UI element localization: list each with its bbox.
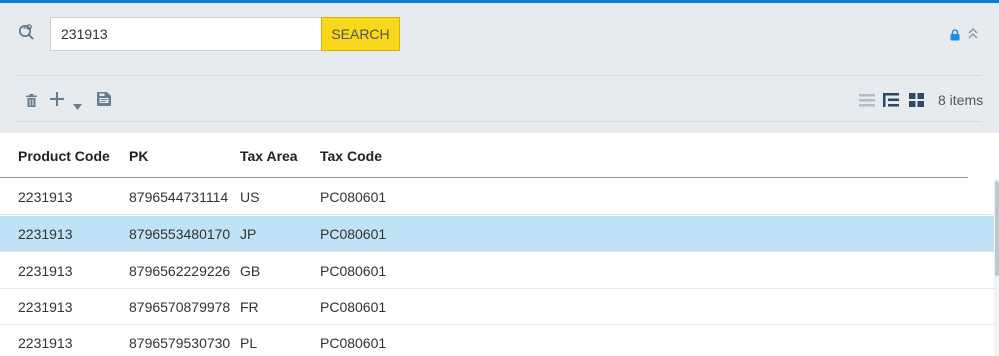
cell-product-code: 2231913	[18, 299, 73, 315]
search-type-icon[interactable]	[16, 22, 38, 44]
lock-icon[interactable]	[950, 28, 960, 41]
delete-icon[interactable]	[26, 94, 37, 107]
collapse-icon[interactable]	[967, 26, 979, 40]
cell-tax-code: PC080601	[320, 226, 387, 242]
cell-pk: 8796553480170	[129, 226, 231, 242]
cell-tax-code: PC080601	[320, 335, 387, 351]
table-row-selected[interactable]: 2231913 8796553480170 JP PC080601	[0, 216, 994, 252]
cell-tax-area: FR	[240, 299, 259, 315]
chevron-down-icon[interactable]	[73, 97, 82, 110]
column-header-tax-area[interactable]: Tax Area	[240, 148, 298, 164]
cell-pk: 8796544731114	[129, 189, 229, 205]
cell-pk: 8796562229226	[129, 263, 231, 279]
cell-tax-code: PC080601	[320, 189, 387, 205]
search-panel: SEARCH	[0, 3, 999, 133]
tree-view-icon[interactable]	[883, 93, 899, 107]
results-table: Product Code PK Tax Area Tax Code 223191…	[0, 133, 999, 356]
cell-pk: 8796570879978	[129, 299, 231, 315]
cell-tax-area: JP	[240, 226, 257, 242]
cell-tax-area: PL	[240, 335, 258, 351]
export-icon[interactable]	[96, 91, 112, 107]
cell-product-code: 2231913	[18, 263, 73, 279]
search-button[interactable]: SEARCH	[321, 17, 400, 51]
header-divider	[0, 177, 968, 178]
table-row[interactable]: 2231913 8796562229226 GB PC080601	[0, 253, 994, 289]
panel-divider	[16, 75, 982, 76]
table-row[interactable]: 2231913 8796579530730 PL PC080601	[0, 325, 994, 356]
cell-tax-code: PC080601	[320, 299, 387, 315]
cell-product-code: 2231913	[18, 189, 73, 205]
column-header-pk[interactable]: PK	[129, 148, 148, 164]
cell-product-code: 2231913	[18, 226, 73, 242]
toolbar-divider	[16, 121, 982, 122]
cell-tax-area: GB	[240, 263, 261, 279]
search-field[interactable]	[50, 17, 322, 51]
list-view-icon[interactable]	[859, 94, 875, 107]
column-header-tax-code[interactable]: Tax Code	[320, 148, 382, 164]
grid-view-icon[interactable]	[909, 93, 924, 107]
table-row[interactable]: 2231913 8796570879978 FR PC080601	[0, 289, 994, 325]
cell-product-code: 2231913	[18, 335, 73, 351]
items-count: 8 items	[938, 92, 984, 108]
column-header-product-code[interactable]: Product Code	[18, 148, 110, 164]
scrollbar-thumb[interactable]	[995, 181, 999, 276]
cell-pk: 8796579530730	[129, 335, 231, 351]
table-row[interactable]: 2231913 8796544731114 US PC080601	[0, 179, 994, 215]
search-input[interactable]	[51, 18, 322, 50]
cell-tax-code: PC080601	[320, 263, 387, 279]
add-icon[interactable]	[50, 92, 64, 106]
cell-tax-area: US	[240, 189, 260, 205]
